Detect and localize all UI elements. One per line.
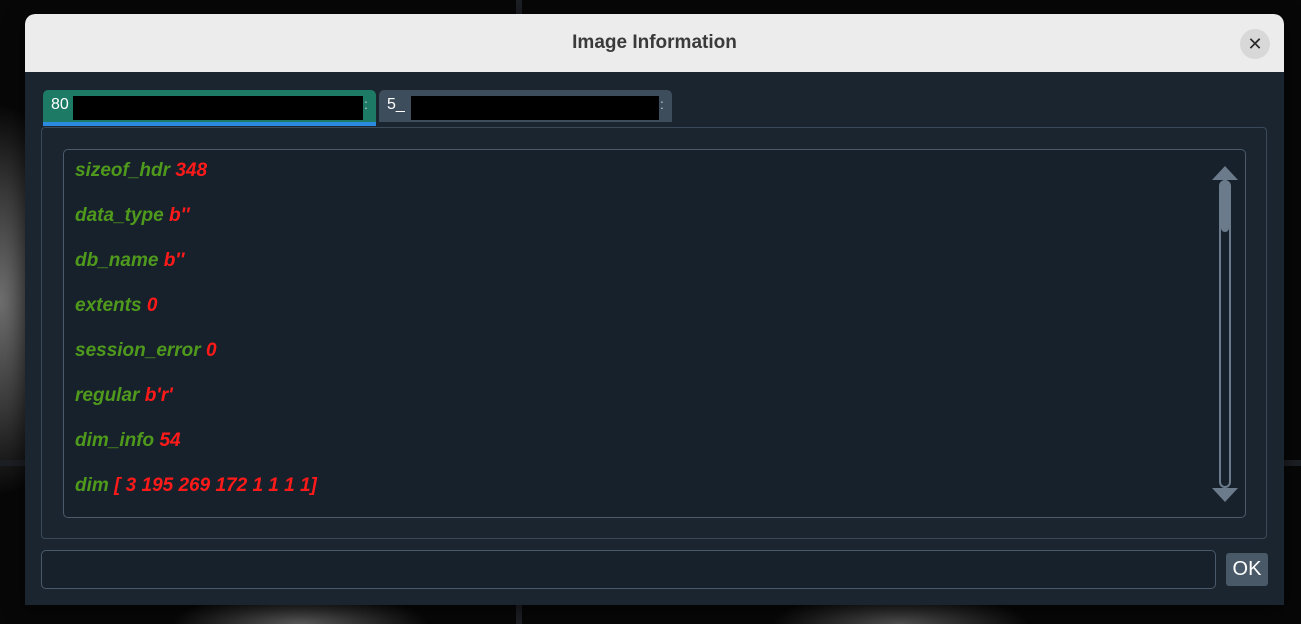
field-value: 348 <box>175 160 208 181</box>
ok-button[interactable]: OK <box>1226 553 1268 586</box>
field-value: 0 <box>146 295 158 316</box>
field-line: dim_info 54 <box>75 430 181 452</box>
tab-suffix: : <box>660 96 664 112</box>
redacted-block <box>411 96 659 120</box>
tab-label: 5_ <box>387 96 405 113</box>
field-line: regular b'r' <box>75 385 173 407</box>
scrollbar-thumb[interactable] <box>1221 180 1229 232</box>
field-key: sizeof_hdr <box>75 160 171 181</box>
tab-image-2[interactable]: 5_ : <box>379 90 672 122</box>
field-line: sizeof_hdr 348 <box>75 160 207 182</box>
field-value: 54 <box>159 430 181 451</box>
field-value: 0 <box>205 340 217 361</box>
field-value: b'' <box>163 250 185 271</box>
arrow-up-icon[interactable] <box>1212 166 1238 180</box>
tab-image-1[interactable]: 80 : <box>43 90 376 126</box>
close-button[interactable]: ✕ <box>1240 29 1270 59</box>
field-line: dim [ 3 195 269 172 1 1 1 1] <box>75 475 317 497</box>
command-input[interactable] <box>41 550 1216 589</box>
field-line: data_type b'' <box>75 205 190 227</box>
tab-content-panel: sizeof_hdr 348 data_type b'' db_name b''… <box>41 127 1267 539</box>
field-line: db_name b'' <box>75 250 184 272</box>
titlebar[interactable]: Image Information ✕ <box>25 14 1284 72</box>
field-key: db_name <box>75 250 159 271</box>
field-key: extents <box>75 295 142 316</box>
field-line: session_error 0 <box>75 340 217 362</box>
dialog-title: Image Information <box>572 32 737 53</box>
field-key: session_error <box>75 340 201 361</box>
vertical-scrollbar[interactable] <box>1212 166 1238 502</box>
field-value: b'r' <box>144 385 173 406</box>
image-information-dialog: Image Information ✕ 80 : 5_ : sizeof_hdr… <box>25 14 1284 605</box>
field-key: data_type <box>75 205 164 226</box>
redacted-block <box>73 96 363 120</box>
field-key: dim_info <box>75 430 155 451</box>
close-icon: ✕ <box>1247 33 1263 54</box>
tab-label: 80 <box>51 96 69 113</box>
tab-suffix: : <box>364 96 368 112</box>
field-value: b'' <box>168 205 190 226</box>
field-key: dim <box>75 475 109 496</box>
arrow-down-icon[interactable] <box>1212 488 1238 502</box>
field-line: extents 0 <box>75 295 157 317</box>
field-value: [ 3 195 269 172 1 1 1 1] <box>114 475 317 496</box>
field-key: regular <box>75 385 140 406</box>
header-info-textbox[interactable]: sizeof_hdr 348 data_type b'' db_name b''… <box>63 149 1246 518</box>
